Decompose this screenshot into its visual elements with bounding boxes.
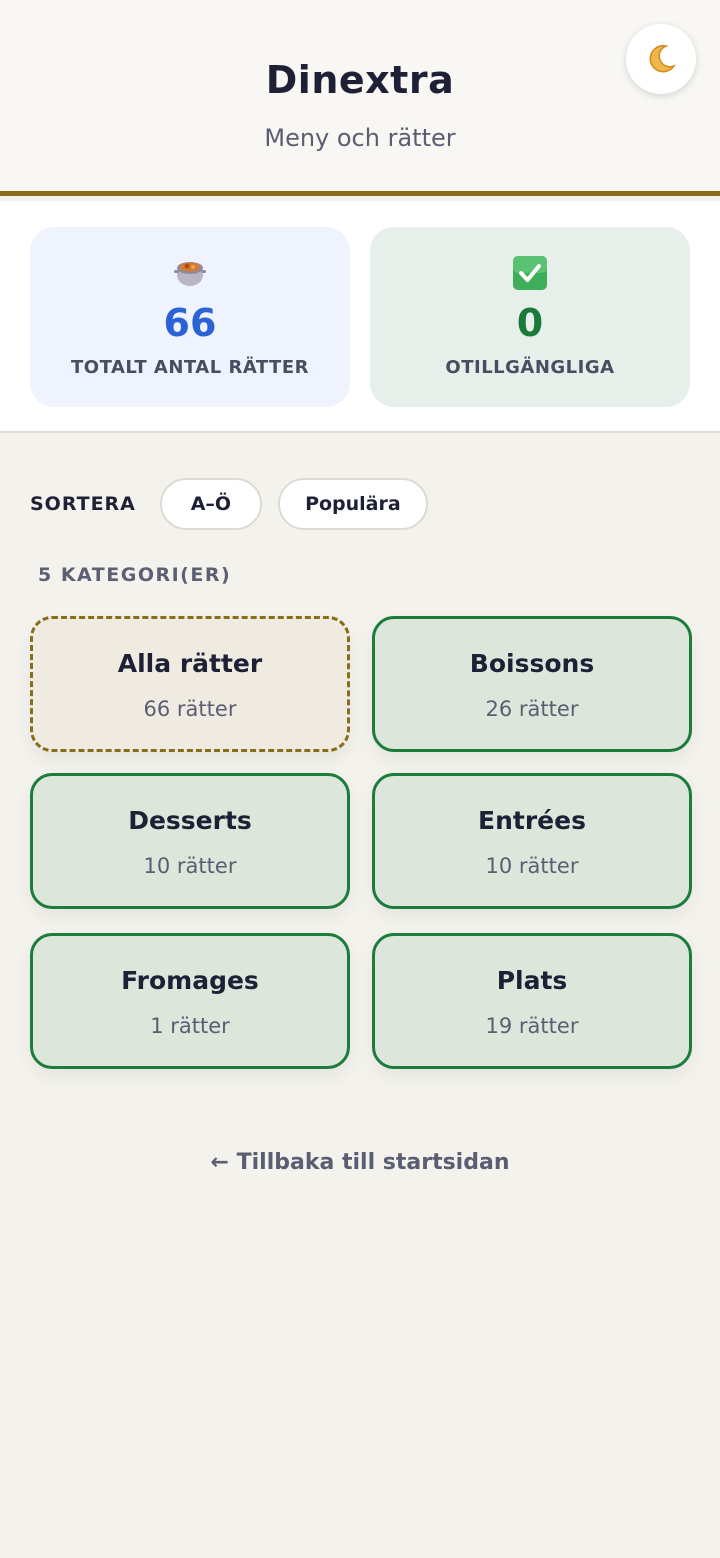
category-count-label: 66 rätter	[143, 697, 237, 721]
category-card-boissons[interactable]: Boissons 26 rätter	[372, 616, 692, 752]
total-dishes-label: TOTALT ANTAL RÄTTER	[71, 357, 309, 378]
category-card-fromages[interactable]: Fromages 1 rätter	[30, 933, 350, 1069]
check-box-icon	[513, 256, 547, 290]
category-name: Plats	[496, 966, 568, 995]
category-count: 5 KATEGORI(ER)	[38, 564, 232, 586]
category-name: Boissons	[469, 649, 595, 678]
unavailable-label: OTILLGÄNGLIGA	[445, 357, 615, 378]
category-count-label: 19 rätter	[485, 1014, 579, 1038]
unavailable-value: 0	[516, 301, 544, 345]
moon-icon	[649, 44, 677, 73]
cooking-pot-icon	[174, 262, 206, 286]
stats-section: 66 TOTALT ANTAL RÄTTER 0 OTILLGÄNGLIGA	[0, 201, 720, 433]
category-count-label: 10 rätter	[485, 854, 579, 878]
category-card-entrees[interactable]: Entrées 10 rätter	[372, 773, 692, 909]
category-count-label: 1 rätter	[150, 1014, 230, 1038]
theme-toggle-button[interactable]	[626, 24, 696, 94]
category-card-plats[interactable]: Plats 19 rätter	[372, 933, 692, 1069]
app-title: Dinextra	[265, 58, 455, 102]
category-name: Alla rätter	[117, 649, 263, 678]
category-name: Desserts	[128, 806, 252, 835]
back-to-home-link[interactable]: ← Tillbaka till startsidan	[0, 1150, 720, 1175]
sort-controls: SORTERA A–Ö Populära	[30, 478, 444, 530]
category-card-desserts[interactable]: Desserts 10 rätter	[30, 773, 350, 909]
category-name: Entrées	[478, 806, 586, 835]
category-card-all[interactable]: Alla rätter 66 rätter	[30, 616, 350, 752]
unavailable-card: 0 OTILLGÄNGLIGA	[370, 227, 690, 407]
total-dishes-value: 66	[163, 301, 217, 345]
category-count-label: 10 rätter	[143, 854, 237, 878]
sort-popular-button[interactable]: Populära	[277, 478, 428, 530]
sort-label: SORTERA	[30, 493, 136, 515]
category-count-label: 26 rätter	[485, 697, 579, 721]
category-name: Fromages	[121, 966, 259, 995]
total-dishes-card: 66 TOTALT ANTAL RÄTTER	[30, 227, 350, 407]
app-subtitle: Meny och rätter	[264, 124, 456, 152]
sort-alphabetical-button[interactable]: A–Ö	[159, 478, 262, 530]
page-header: Dinextra Meny och rätter	[0, 0, 720, 196]
